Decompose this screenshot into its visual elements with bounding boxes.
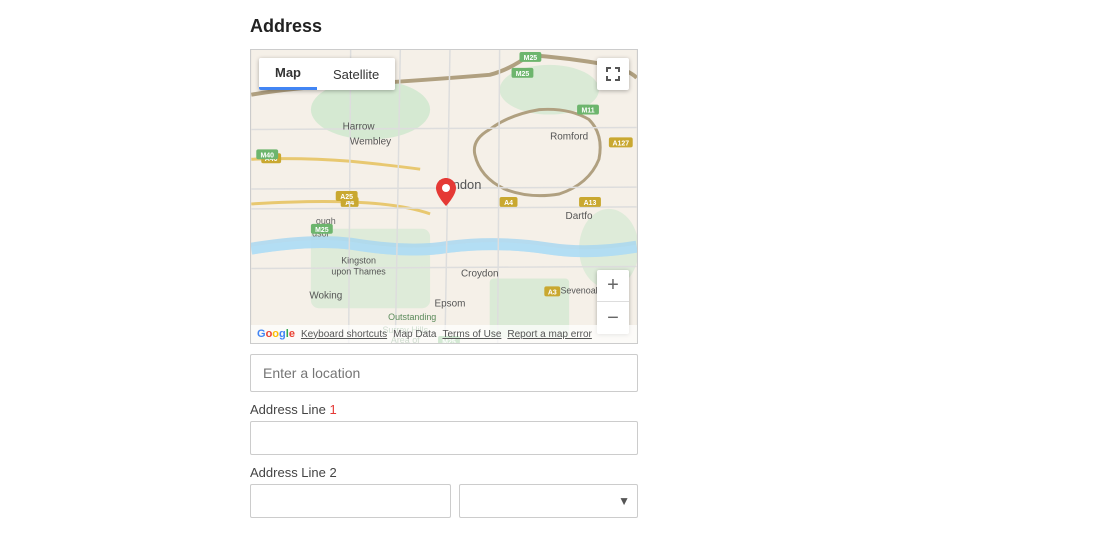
address-line2-input[interactable] <box>250 484 451 518</box>
svg-text:A127: A127 <box>612 140 629 147</box>
map-tabs: Map Satellite <box>259 58 395 90</box>
google-logo: Google <box>257 328 295 340</box>
section-title: Address <box>250 16 1116 37</box>
map-marker <box>436 178 456 206</box>
svg-text:Dartfo: Dartfo <box>566 211 594 222</box>
svg-text:Kingston: Kingston <box>341 256 376 266</box>
svg-text:Wembley: Wembley <box>350 136 391 147</box>
location-search-input[interactable] <box>250 354 638 392</box>
page-container: Address M25 <box>0 0 1116 518</box>
keyboard-shortcuts-link[interactable]: Keyboard shortcuts <box>301 329 387 340</box>
address-line1-required: 1 <box>330 402 337 417</box>
svg-text:Romford: Romford <box>550 131 588 142</box>
form-section: Address Line 1 Address Line 2 ▼ <box>250 354 638 518</box>
svg-text:Sevenoal: Sevenoal <box>560 285 597 295</box>
svg-text:A4: A4 <box>504 200 513 207</box>
fullscreen-icon <box>605 66 621 82</box>
svg-text:upon Thames: upon Thames <box>331 266 386 276</box>
svg-text:M11: M11 <box>581 108 594 115</box>
svg-text:M40: M40 <box>260 152 274 159</box>
address-line2-row: ▼ <box>250 484 638 518</box>
svg-text:Epsom: Epsom <box>435 298 466 309</box>
svg-text:Woking: Woking <box>309 290 342 301</box>
svg-text:M25: M25 <box>516 71 530 78</box>
svg-text:Outstanding: Outstanding <box>388 312 436 322</box>
map-data-label: Map Data <box>393 329 436 340</box>
address-line1-input[interactable] <box>250 421 638 455</box>
address-line2-label: Address Line 2 <box>250 465 638 480</box>
svg-text:M25: M25 <box>524 55 538 62</box>
svg-text:Harrow: Harrow <box>343 121 376 132</box>
map-footer: Google Keyboard shortcuts Map Data Terms… <box>251 325 637 343</box>
map-tab-satellite[interactable]: Satellite <box>317 58 395 90</box>
address-line1-label: Address Line 1 <box>250 402 638 417</box>
svg-text:Croydon: Croydon <box>461 268 499 279</box>
report-link[interactable]: Report a map error <box>507 329 591 340</box>
svg-text:A25: A25 <box>340 194 353 201</box>
map-tab-map[interactable]: Map <box>259 58 317 90</box>
address-line2-select-wrapper: ▼ <box>459 484 638 518</box>
terms-link[interactable]: Terms of Use <box>442 329 501 340</box>
svg-text:A13: A13 <box>584 200 597 207</box>
map-fullscreen-button[interactable] <box>597 58 629 90</box>
address-line2-select[interactable] <box>459 484 638 518</box>
zoom-in-button[interactable]: + <box>597 270 629 302</box>
map-container: M25 A40 A4 M40 A3 A21 <box>250 49 638 344</box>
svg-text:A3: A3 <box>548 289 557 296</box>
svg-text:M25: M25 <box>315 227 329 234</box>
